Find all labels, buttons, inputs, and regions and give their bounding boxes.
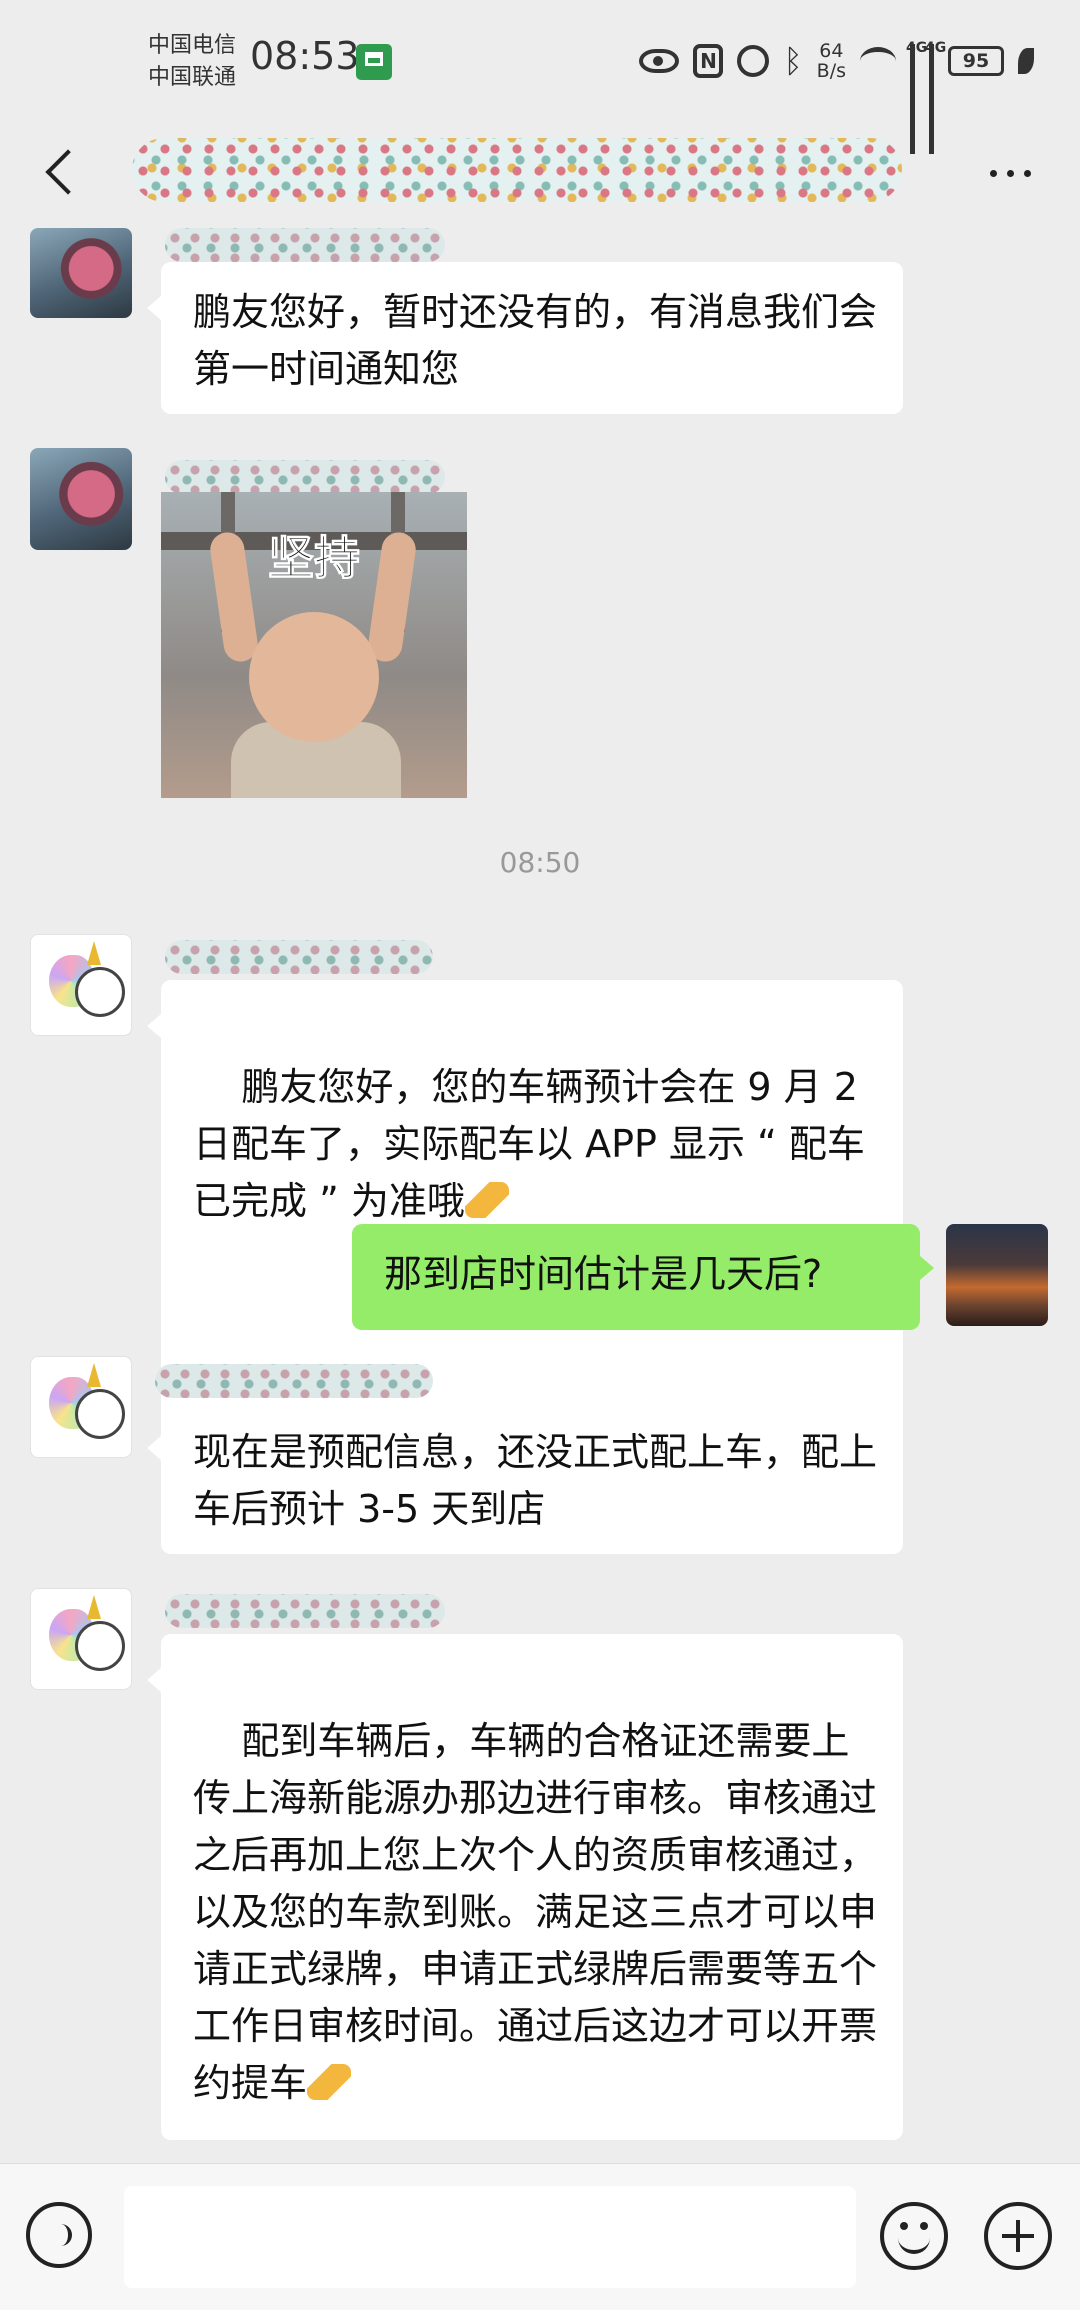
sender-name-redacted bbox=[155, 1364, 433, 1398]
bear-avatar[interactable] bbox=[30, 228, 132, 318]
carrier-1: 中国电信 bbox=[148, 33, 237, 58]
chevron-left-icon[interactable] bbox=[38, 142, 98, 202]
unicorn-avatar[interactable] bbox=[30, 1588, 132, 1690]
voice-icon[interactable] bbox=[26, 2202, 92, 2268]
carrier-labels: 中国电信 中国联通 bbox=[148, 30, 236, 94]
pray-hands-icon bbox=[464, 1182, 509, 1218]
bluetooth-icon: ᛒ bbox=[783, 42, 803, 80]
message-bubble[interactable]: 鹏友您好，您的车辆预计会在 9 月 2日配车了，实际配车以 APP 显示 “ 配… bbox=[147, 980, 903, 1422]
battery-icon: 95 bbox=[948, 46, 1004, 76]
self-avatar[interactable] bbox=[946, 1224, 1048, 1326]
carrier-2: 中国联通 bbox=[148, 65, 237, 90]
unicorn-avatar[interactable] bbox=[30, 1356, 132, 1458]
alarm-icon bbox=[737, 45, 770, 77]
pray-hands-icon bbox=[307, 2064, 352, 2100]
sticker-image[interactable]: 坚持 bbox=[161, 492, 467, 798]
plus-icon[interactable] bbox=[984, 2202, 1052, 2270]
input-bar bbox=[0, 2163, 1080, 2310]
shop-icon bbox=[356, 44, 392, 80]
chat-title-redacted bbox=[132, 138, 902, 202]
message-text: 配到车辆后，车辆的合格证还需要上传上海新能源办那边进行审核。审核通过之后再加上您… bbox=[193, 1719, 878, 2105]
status-time: 08:53 bbox=[250, 34, 360, 78]
signal-icon: 4G bbox=[906, 40, 927, 154]
chat-timestamp: 08:50 bbox=[499, 846, 581, 879]
message-bubble-outgoing[interactable]: 那到店时间估计是几天后? bbox=[352, 1224, 934, 1330]
net-speed-unit: B/s bbox=[816, 60, 846, 82]
status-icons: N ᛒ 64 B/s 4G 4G 95 bbox=[639, 36, 1034, 154]
emoji-icon[interactable] bbox=[880, 2202, 948, 2270]
signal-icon: 4G bbox=[925, 40, 946, 154]
chat-header bbox=[0, 120, 1080, 228]
sender-name-redacted bbox=[165, 460, 445, 494]
message-bubble[interactable]: 现在是预配信息，还没正式配上车，配上车后预计 3-5 天到店 bbox=[147, 1402, 903, 1554]
bear-avatar[interactable] bbox=[30, 448, 132, 550]
sticker-caption: 坚持 bbox=[268, 531, 361, 586]
chat-list[interactable]: 鹏友您好，暂时还没有的，有消息我们会第一时间通知您 坚持 08:50 鹏友您好，… bbox=[0, 228, 1080, 2163]
message-bubble[interactable]: 鹏友您好，暂时还没有的，有消息我们会第一时间通知您 bbox=[147, 262, 903, 414]
status-bar: 中国电信 中国联通 08:53 N ᛒ 64 B/s 4G 4G 95 bbox=[0, 0, 1080, 154]
eye-icon bbox=[639, 49, 680, 73]
sender-name-redacted bbox=[165, 940, 433, 974]
sender-name-redacted bbox=[165, 1594, 445, 1628]
message-text: 鹏友您好，您的车辆预计会在 9 月 2日配车了，实际配车以 APP 显示 “ 配… bbox=[193, 1065, 865, 1223]
message-bubble[interactable]: 配到车辆后，车辆的合格证还需要上传上海新能源办那边进行审核。审核通过之后再加上您… bbox=[147, 1634, 903, 2140]
sender-name-redacted bbox=[165, 228, 445, 262]
net-speed: 64 B/s bbox=[817, 41, 846, 81]
more-dots-icon[interactable] bbox=[986, 164, 1036, 184]
unicorn-avatar[interactable] bbox=[30, 934, 132, 1036]
leaf-icon bbox=[1018, 48, 1034, 74]
message-input[interactable] bbox=[124, 2186, 856, 2288]
wifi-icon bbox=[860, 47, 896, 75]
net-speed-value: 64 bbox=[819, 40, 844, 62]
network-type-2: 4G bbox=[925, 40, 947, 56]
nfc-icon: N bbox=[693, 44, 724, 78]
